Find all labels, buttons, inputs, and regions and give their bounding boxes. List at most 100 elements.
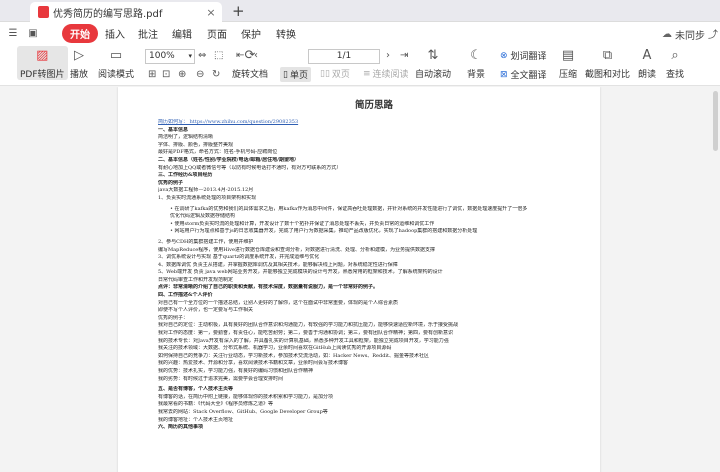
document-line: 我最常看的书籍：《代码大全》《程序员修炼之道》等 [158,401,274,408]
document-tab[interactable]: 优秀简历的编写思路.pdf × [30,2,222,22]
auto-scroll-icon: ⇅ [427,47,439,63]
real-size-icon[interactable]: ⊡ [162,69,170,80]
moon-icon: ☾ [470,47,482,63]
background-button[interactable]: ☾ 背景 [467,46,485,81]
sync-status[interactable]: ☁ 未同步 [662,27,705,42]
fit-width-icon[interactable]: ⇔ [198,50,206,61]
pdf-to-image-button[interactable]: ▨ PDF转图片 [17,46,68,80]
document-line: 简历如何写： https://www.zhihu.com/question/29… [158,119,299,125]
new-tab-button[interactable]: + [232,2,245,20]
document-line: 我的博客地址：个人技术主页地址 [158,416,234,423]
menu-start[interactable]: 开始 [62,23,98,43]
single-page-icon: ▯ [283,69,288,80]
document-line: 我关注的技术领域：大数据、分布式系统、机器学习，业余时间喜欢在GitHub上阅读… [158,345,392,352]
document-line: • 使用storm负责实时流的处理和计算，开发设计了数十个拓扑并保证了消息处理不… [170,220,435,227]
document-line: 简洁明了，逻辑结构清晰 [158,134,214,141]
document-line: 编写MapReduce程序，使用Hive进行数据仓库建设和查询分析，对数据进行清… [158,246,435,253]
tab-title: 优秀简历的编写思路.pdf [53,8,163,20]
next-page-icon[interactable]: › [386,50,390,61]
rotate-icon: ⟳ [244,47,256,63]
document-line: 四、工作描述&个人评价 [158,292,213,299]
continuous-read-button[interactable]: ≡ 连续阅读 [363,67,409,81]
document-line: 我的劣势：有时候过于追求完美，需要学会合理安排时间 [158,375,284,382]
tab-bar: 优秀简历的编写思路.pdf × + [0,0,720,22]
page-number-input[interactable]: 1/1 [308,49,380,64]
full-translate-button[interactable]: ⊠ 全文翻译 [500,68,547,82]
document-viewport[interactable]: 简历思路 简历如何写： https://www.zhihu.com/questi… [0,87,720,472]
search-icon: ⌕ [671,47,679,63]
document-line: 3、调优系统设计与实现 基于quartz的调度系统开发，并完成运维与优化 [158,254,320,261]
fit-height-icon[interactable]: ⊞ [148,69,156,80]
document-line: 六、简历的其他事项 [158,424,204,431]
find-button[interactable]: ⌕ 查找 [666,46,684,81]
rotate-document-button[interactable]: ⟳ 旋转文档 [232,46,268,81]
vertical-scrollbar[interactable] [713,91,718,151]
share-icon[interactable]: ⤴ [708,26,718,41]
document-line: 我对工作的态度：第一，要勤奋，有责任心，能吃苦耐劳；第二，要善于沟通和协调；第三… [158,330,454,337]
read-mode-button[interactable]: ▭ 阅读模式 [98,46,134,81]
play-button[interactable]: ▷ 播放 [70,46,88,81]
document-line: 日常代码审查工作和开发规范制定 [158,276,234,283]
menu-page[interactable]: 页面 [207,26,227,41]
document-line: 我的兴趣：热爱技术、开源和分享，喜欢阅读技术书籍和文章，业余时间会写技术博客 [158,360,349,367]
document-line: 优秀的例子： [158,314,189,321]
screenshot-icon: ⧉ [602,47,613,63]
menu-protect[interactable]: 保护 [241,26,261,41]
document-line: 5、Web端开发 负责 java web网站业务开发，并能够独立完成模块的设计与… [158,269,443,276]
menu-convert[interactable]: 转换 [276,26,296,41]
menu-insert[interactable]: 插入 [105,26,125,41]
continuous-icon: ≡ [363,68,371,79]
auto-scroll-button[interactable]: ⇅ 自动滚动 [415,46,451,81]
play-icon: ▷ [74,47,84,63]
compress-button[interactable]: ▤ 压缩 [559,46,577,81]
single-page-button[interactable]: ▯ 单页 [280,67,311,82]
read-aloud-button[interactable]: A 朗读 [638,46,656,81]
document-line: 一、基本信息 [158,126,189,133]
screenshot-compare-button[interactable]: ⧉ 截图和对比 [585,46,630,81]
document-line: 优化代码逻辑及数据存储结构 [170,213,236,220]
image-convert-icon: ▨ [36,47,49,63]
full-translate-icon: ⊠ [500,69,508,80]
document-line: 即使不写个人评价，也一定要写与工作相关 [158,307,254,314]
zoom-select[interactable]: 100% ▾ [145,49,195,64]
document-line: 二、基本信息（姓名/性别/学业院校/电话/邮箱/居住地/期望地） [158,156,299,163]
document-line: 4、数据库调优 负责主从搭建，并掌握数据库调优及其相关技术，能够解决线上问题，对… [158,261,398,268]
document-line: 五、是否有博客，个人技术主页等 [158,386,234,393]
chevron-down-icon: ▾ [188,52,192,60]
last-page-icon[interactable]: ⇥ [400,50,408,61]
translate-icon: ⊗ [500,50,508,61]
refresh-icon[interactable]: ↻ [212,69,220,80]
document-line: 有耐心地加上QQ或者微信号等（以防有时候电话打不通时，有对方可联系的方式） [158,164,342,171]
document-line: 字体、排版、颜色，排版整齐美观 [158,141,234,148]
document-line: • 在调研了kafka的优势和我们的具体需求之后，用kafka作为消息中间件，保… [170,205,528,212]
save-icon[interactable]: ▣ [22,28,44,39]
document-line: 最好是PDF格式，命名方式：姓名-手机号码-应聘岗位 [158,149,278,156]
document-line: java大数据工程师—2013.4月-2015.12月 [158,187,254,194]
document-line: 优秀的例子 [158,179,184,186]
document-title: 简历思路 [354,100,393,111]
word-translate-button[interactable]: ⊗ 划词翻译 [500,49,547,63]
fit-page-icon[interactable]: ⬚ [214,50,223,61]
zoom-in-icon[interactable]: ⊕ [178,69,186,80]
compress-icon: ▤ [561,47,575,63]
double-page-button[interactable]: ▯▯ 双页 [320,67,350,81]
menu-edit[interactable]: 编辑 [172,26,192,41]
hamburger-menu-icon[interactable]: ☰ [2,28,24,39]
document-line: 我的优势：技术扎实，学习能力强，有良好的编码习惯和团队合作精神 [158,368,314,374]
document-line: 我常去的网站：Stack Overflow、GitHub、Google Deve… [158,408,328,415]
ribbon-toolbar: ▨ PDF转图片 ▷ 播放 ▭ 阅读模式 100% ▾ ⇔ ⬚ ⇤ ‹ 1/1 … [0,44,720,86]
document-line: 2、参与CDH的集群搭建工作，使用并维护 [158,238,254,245]
close-tab-icon[interactable]: × [204,6,218,19]
menu-annotate[interactable]: 批注 [138,26,158,41]
zoom-out-icon[interactable]: ⊖ [196,69,204,80]
document-line: 有博客的话，在简历中附上链接，能够体现你的技术积累和学习能力，是加分项 [158,393,334,400]
menu-bar: ☰ ▣ 开始 插入 批注 编辑 页面 保护 转换 ☁ 未同步 ⤴ [0,22,720,44]
document-body: 简历如何写： https://www.zhihu.com/question/29… [158,119,590,432]
document-line: 我的技术专长：对Java开发有深入的了解，并具备扎实的计算机基础，熟悉多种开发工… [158,337,449,344]
book-icon: ▭ [109,47,123,63]
document-line: 1、负责实时流通系统处理的项目架构和实现 [158,194,257,201]
document-line: 三、工作经历&项目经历 [158,172,213,179]
document-line: 对自己有一个全方位的一个描述总结，让别人更好的了解你，这个在面试中非常重要，体现… [158,299,399,306]
pdf-page: 简历思路 简历如何写： https://www.zhihu.com/questi… [118,87,600,472]
double-page-icon: ▯▯ [320,68,330,79]
